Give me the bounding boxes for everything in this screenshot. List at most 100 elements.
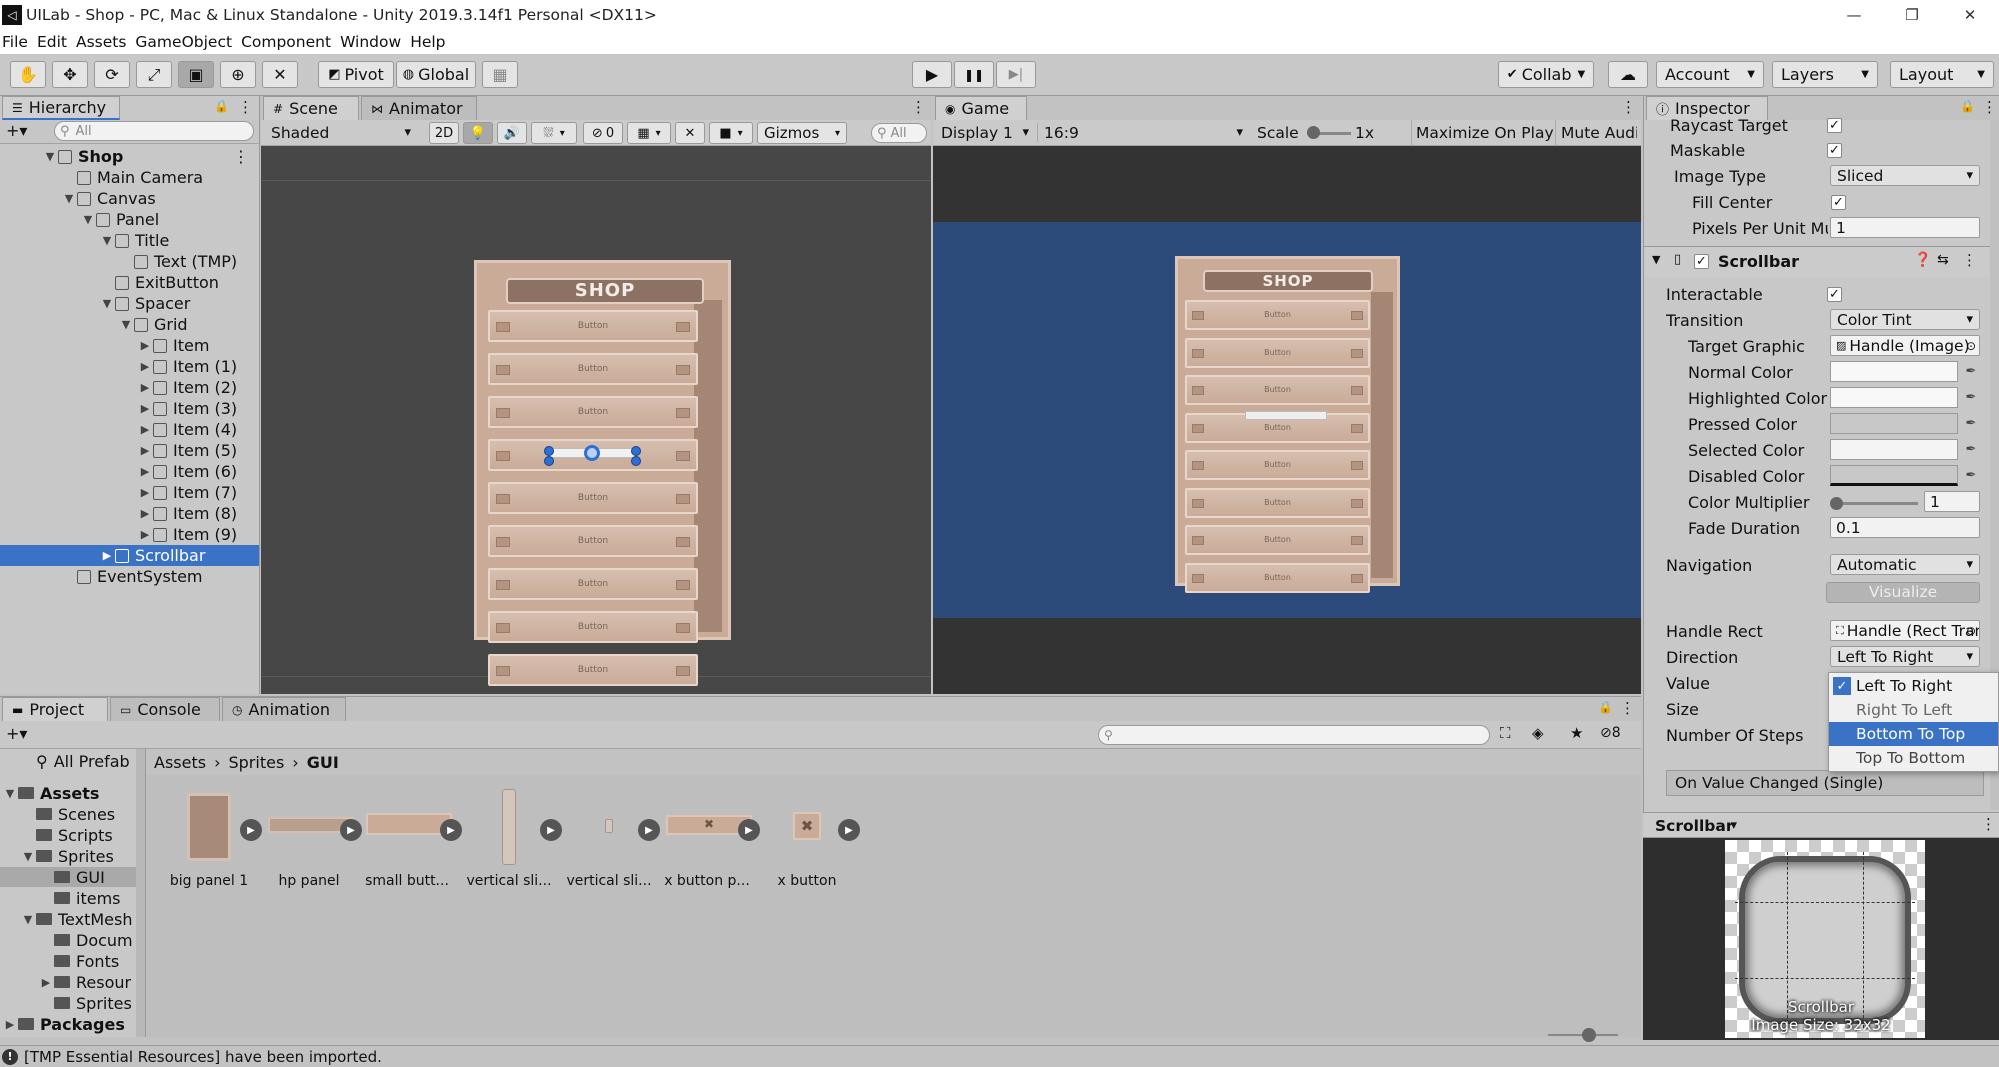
eyedropper-icon[interactable]: ✒ (1962, 388, 1980, 406)
rect-tool-button[interactable]: ▣ (178, 61, 214, 88)
direction-dropdown[interactable]: Left To Right (1830, 646, 1980, 667)
rect-handle-icon[interactable] (631, 456, 641, 466)
collapsed-arrow-icon[interactable]: ▶ (139, 444, 151, 457)
game-menu-icon[interactable]: ⋮ (1621, 98, 1636, 116)
pixels-per-unit-input[interactable]: 1 (1830, 217, 1980, 238)
menu-edit[interactable]: Edit (37, 33, 67, 51)
expand-sprite-icon[interactable]: ▶ (440, 819, 462, 841)
mute-audio-toggle[interactable]: Mute Audio (1561, 124, 1637, 142)
hierarchy-item[interactable]: ▶ Item (4) (0, 419, 259, 440)
filter-by-type-icon[interactable]: ⛶ (1500, 724, 1511, 742)
project-folder-item[interactable]: ▶ Packages (0, 1014, 136, 1034)
tab-project[interactable]: ▬ Project (2, 697, 108, 721)
menu-file[interactable]: File (2, 33, 28, 51)
scene-menu-icon[interactable]: ⋮ (233, 147, 249, 166)
filter-by-label-icon[interactable]: ◈ (1532, 724, 1544, 742)
project-menu-icon[interactable]: ⋮ (1620, 699, 1635, 717)
global-toggle[interactable]: ◍ Global (396, 61, 476, 88)
color-multiplier-input[interactable]: 1 (1924, 491, 1980, 512)
tab-console[interactable]: ▭ Console (110, 697, 220, 721)
collapsed-arrow-icon[interactable]: ▶ (139, 486, 151, 499)
project-folder-item[interactable]: Sprites (0, 993, 136, 1013)
hierarchy-item[interactable]: Text (TMP) (0, 251, 259, 272)
collapsed-arrow-icon[interactable]: ▶ (139, 465, 151, 478)
visualize-button[interactable]: Visualize (1826, 582, 1980, 603)
hierarchy-item[interactable]: ▶ Item (2) (0, 377, 259, 398)
preview-object-dropdown[interactable]: Scrollbar (1649, 815, 1743, 836)
hierarchy-item[interactable]: Main Camera (0, 167, 259, 188)
project-folder-item[interactable]: GUI (0, 867, 136, 887)
direction-option-bottom-to-top[interactable]: Bottom To Top (1829, 722, 1998, 746)
camera-dropdown[interactable]: ■ ▾ (709, 122, 753, 144)
cloud-button[interactable]: ☁ (1608, 61, 1648, 88)
color-multiplier-slider-thumb[interactable] (1830, 497, 1843, 510)
project-folder-item[interactable]: ▶ Resour (0, 972, 136, 992)
collapsed-arrow-icon[interactable]: ▶ (139, 507, 151, 520)
game-item-button[interactable]: Button (1185, 525, 1370, 555)
breadcrumb-assets[interactable]: Assets (154, 753, 206, 772)
direction-option-top-to-bottom[interactable]: Top To Bottom (1829, 746, 1998, 770)
scene-menu-icon[interactable]: ⋮ (911, 98, 926, 116)
scrollbar-enabled-checkbox[interactable]: ✓ (1694, 254, 1709, 269)
collapsed-arrow-icon[interactable]: ▶ (139, 402, 151, 415)
normal-color-swatch[interactable] (1830, 361, 1958, 382)
tools-toggle[interactable]: ✕ (675, 122, 705, 144)
project-folder-item[interactable]: Fonts (0, 951, 136, 971)
eyedropper-icon[interactable]: ✒ (1962, 440, 1980, 458)
object-picker-icon[interactable]: ⊙ (1966, 624, 1976, 638)
fade-duration-input[interactable]: 0.1 (1830, 517, 1980, 538)
collapsed-arrow-icon[interactable]: ▶ (139, 381, 151, 394)
direction-option-right-to-left[interactable]: Right To Left (1829, 698, 1998, 722)
eyedropper-icon[interactable]: ✒ (1962, 362, 1980, 380)
component-menu-icon[interactable]: ⋮ (1962, 251, 1977, 269)
game-item-button[interactable]: Button (1185, 337, 1370, 368)
tab-hierarchy[interactable]: ☰ Hierarchy (2, 96, 120, 120)
fill-center-checkbox[interactable]: ✓ (1831, 195, 1846, 210)
hierarchy-item[interactable]: EventSystem (0, 566, 259, 587)
collapsed-arrow-icon[interactable]: ▶ (139, 528, 151, 541)
hierarchy-item[interactable]: ▶ Item (3) (0, 398, 259, 419)
scene-search-input[interactable]: ⚲ All (871, 123, 927, 143)
game-item-button[interactable]: Button (1185, 562, 1370, 593)
effects-dropdown[interactable]: ⛆ ▾ (531, 122, 577, 144)
hierarchy-item[interactable]: ▶ Item (8) (0, 503, 259, 524)
hidden-packages-toggle[interactable]: ⊘8 (1600, 725, 1621, 741)
minimize-button[interactable]: — (1825, 0, 1883, 30)
expanded-arrow-icon[interactable]: ▼ (4, 787, 16, 800)
menu-gameobject[interactable]: GameObject (135, 33, 232, 51)
menu-window[interactable]: Window (340, 33, 401, 51)
tree-scrollbar[interactable] (136, 749, 145, 1037)
pause-button[interactable]: ❚❚ (954, 61, 994, 88)
layers-dropdown[interactable]: Layers ▼ (1772, 61, 1878, 88)
layout-dropdown[interactable]: Layout ▼ (1890, 61, 1994, 88)
tab-animation[interactable]: ◷ Animation (222, 697, 346, 721)
image-type-dropdown[interactable]: Sliced (1830, 165, 1980, 186)
expand-sprite-icon[interactable]: ▶ (838, 819, 860, 841)
foldout-arrow-icon[interactable]: ▼ (1652, 253, 1660, 266)
collapsed-arrow-icon[interactable]: ▶ (139, 360, 151, 373)
pivot-toggle[interactable]: ◩ Pivot (318, 61, 394, 88)
game-item-button[interactable]: Button (1185, 375, 1370, 405)
shading-mode-dropdown[interactable]: Shaded (265, 122, 417, 143)
tab-animator[interactable]: ⋈ Animator (361, 96, 477, 120)
collab-dropdown[interactable]: ✔ Collab ▼ (1498, 61, 1594, 88)
tab-game[interactable]: ◉ Game (935, 96, 1027, 120)
hierarchy-item[interactable]: ▼ Spacer (0, 293, 259, 314)
project-folder-item[interactable]: Scenes (0, 804, 136, 824)
rect-handle-icon[interactable] (631, 446, 641, 456)
expand-sprite-icon[interactable]: ▶ (638, 819, 660, 841)
highlighted-color-swatch[interactable] (1830, 387, 1958, 408)
create-asset-dropdown[interactable]: +▾ (6, 724, 27, 743)
breadcrumb-sprites[interactable]: Sprites (228, 753, 284, 772)
disabled-color-swatch[interactable] (1830, 465, 1958, 486)
hierarchy-item[interactable]: ▶ Item (6) (0, 461, 259, 482)
collapsed-arrow-icon[interactable]: ▶ (101, 549, 113, 562)
expand-sprite-icon[interactable]: ▶ (240, 819, 262, 841)
hierarchy-item[interactable]: ▶ Item (7) (0, 482, 259, 503)
aspect-dropdown[interactable]: 16:9 (1037, 122, 1249, 143)
game-item-button[interactable]: Button (1185, 300, 1370, 330)
project-folder-item[interactable]: Scripts (0, 825, 136, 845)
lock-icon[interactable]: 🔒 (1598, 700, 1613, 714)
inspector-menu-icon[interactable]: ⋮ (1982, 98, 1997, 116)
display-dropdown[interactable]: Display 1 (935, 122, 1035, 143)
